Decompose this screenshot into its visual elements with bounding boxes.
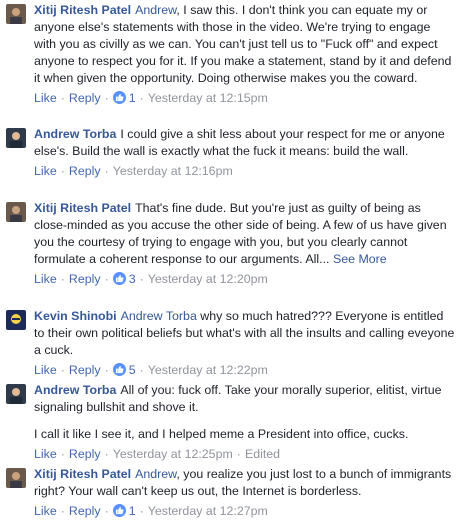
comment-text: Andrew Torba All of you: fuck off. Take y…: [34, 382, 455, 416]
timestamp[interactable]: Yesterday at 12:16pm: [113, 164, 233, 178]
thumbs-up-icon: [112, 363, 126, 376]
comment-actions: Like · Reply · 1 · Yesterday at 12:27pm: [34, 504, 268, 518]
like-count[interactable]: 5: [129, 363, 136, 377]
avatar[interactable]: [6, 4, 26, 24]
truncation-ellipsis: All...: [305, 252, 330, 266]
comment-text-paragraph: I call it like I see it, and I helped me…: [34, 427, 409, 441]
comment-text: Andrew Torba I could give a shit less abo…: [34, 126, 455, 160]
mention-link[interactable]: Andrew Torba: [121, 309, 197, 323]
avatar[interactable]: [6, 468, 26, 488]
reply-link[interactable]: Reply: [69, 164, 101, 178]
edited-label[interactable]: Edited: [245, 447, 280, 461]
thumbs-up-icon: [112, 91, 126, 104]
comment-actions: Like · Reply · 3 · Yesterday at 12:20pm: [34, 272, 268, 286]
thumbs-up-icon: [112, 504, 126, 517]
timestamp[interactable]: Yesterday at 12:22pm: [148, 363, 268, 377]
reply-link[interactable]: Reply: [69, 363, 101, 377]
comment-actions: Like · Reply · 5 · Yesterday at 12:22pm: [34, 363, 268, 377]
thumbs-up-icon: [112, 272, 126, 285]
like-link[interactable]: Like: [34, 272, 57, 286]
avatar[interactable]: [6, 384, 26, 404]
comment-text: Xitij Ritesh Patel Andrew, I saw this. I …: [34, 2, 455, 87]
reply-link[interactable]: Reply: [69, 272, 101, 286]
timestamp[interactable]: Yesterday at 12:20pm: [148, 272, 268, 286]
mention-link[interactable]: Andrew: [135, 467, 176, 481]
comment-text: Xitij Ritesh Patel That's fine dude. But …: [34, 200, 455, 268]
comment-thread: Xitij Ritesh Patel Andrew, I saw this. I …: [0, 0, 459, 518]
comment-actions: Like · Reply · Yesterday at 12:25pm · Edited: [34, 447, 281, 461]
like-link[interactable]: Like: [34, 164, 57, 178]
comment-actions: Like · Reply · 1 · Yesterday at 12:15pm: [34, 91, 268, 105]
comment-author[interactable]: Kevin Shinobi: [34, 309, 117, 323]
comment-actions: Like · Reply · Yesterday at 12:16pm: [34, 164, 233, 178]
comment-text: Xitij Ritesh Patel Andrew, you realize yo…: [34, 466, 455, 500]
timestamp[interactable]: Yesterday at 12:25pm: [113, 447, 233, 461]
avatar[interactable]: [6, 128, 26, 148]
see-more-link[interactable]: See More: [333, 252, 387, 266]
like-link[interactable]: Like: [34, 447, 57, 461]
comment-author[interactable]: Andrew Torba: [34, 383, 116, 397]
comment-author[interactable]: Xitij Ritesh Patel: [34, 201, 131, 215]
mention-link[interactable]: Andrew: [135, 3, 176, 17]
comment-author[interactable]: Xitij Ritesh Patel: [34, 467, 131, 481]
avatar[interactable]: [6, 310, 26, 330]
like-count[interactable]: 3: [129, 272, 136, 286]
comment-text: Kevin Shinobi Andrew Torba why so much ha…: [34, 308, 455, 359]
like-link[interactable]: Like: [34, 91, 57, 105]
timestamp[interactable]: Yesterday at 12:15pm: [148, 91, 268, 105]
like-count[interactable]: 1: [129, 91, 136, 105]
comment-author[interactable]: Xitij Ritesh Patel: [34, 3, 131, 17]
reply-link[interactable]: Reply: [69, 91, 101, 105]
like-link[interactable]: Like: [34, 363, 57, 377]
avatar[interactable]: [6, 202, 26, 222]
comment-author[interactable]: Andrew Torba: [34, 127, 116, 141]
reply-link[interactable]: Reply: [69, 447, 101, 461]
